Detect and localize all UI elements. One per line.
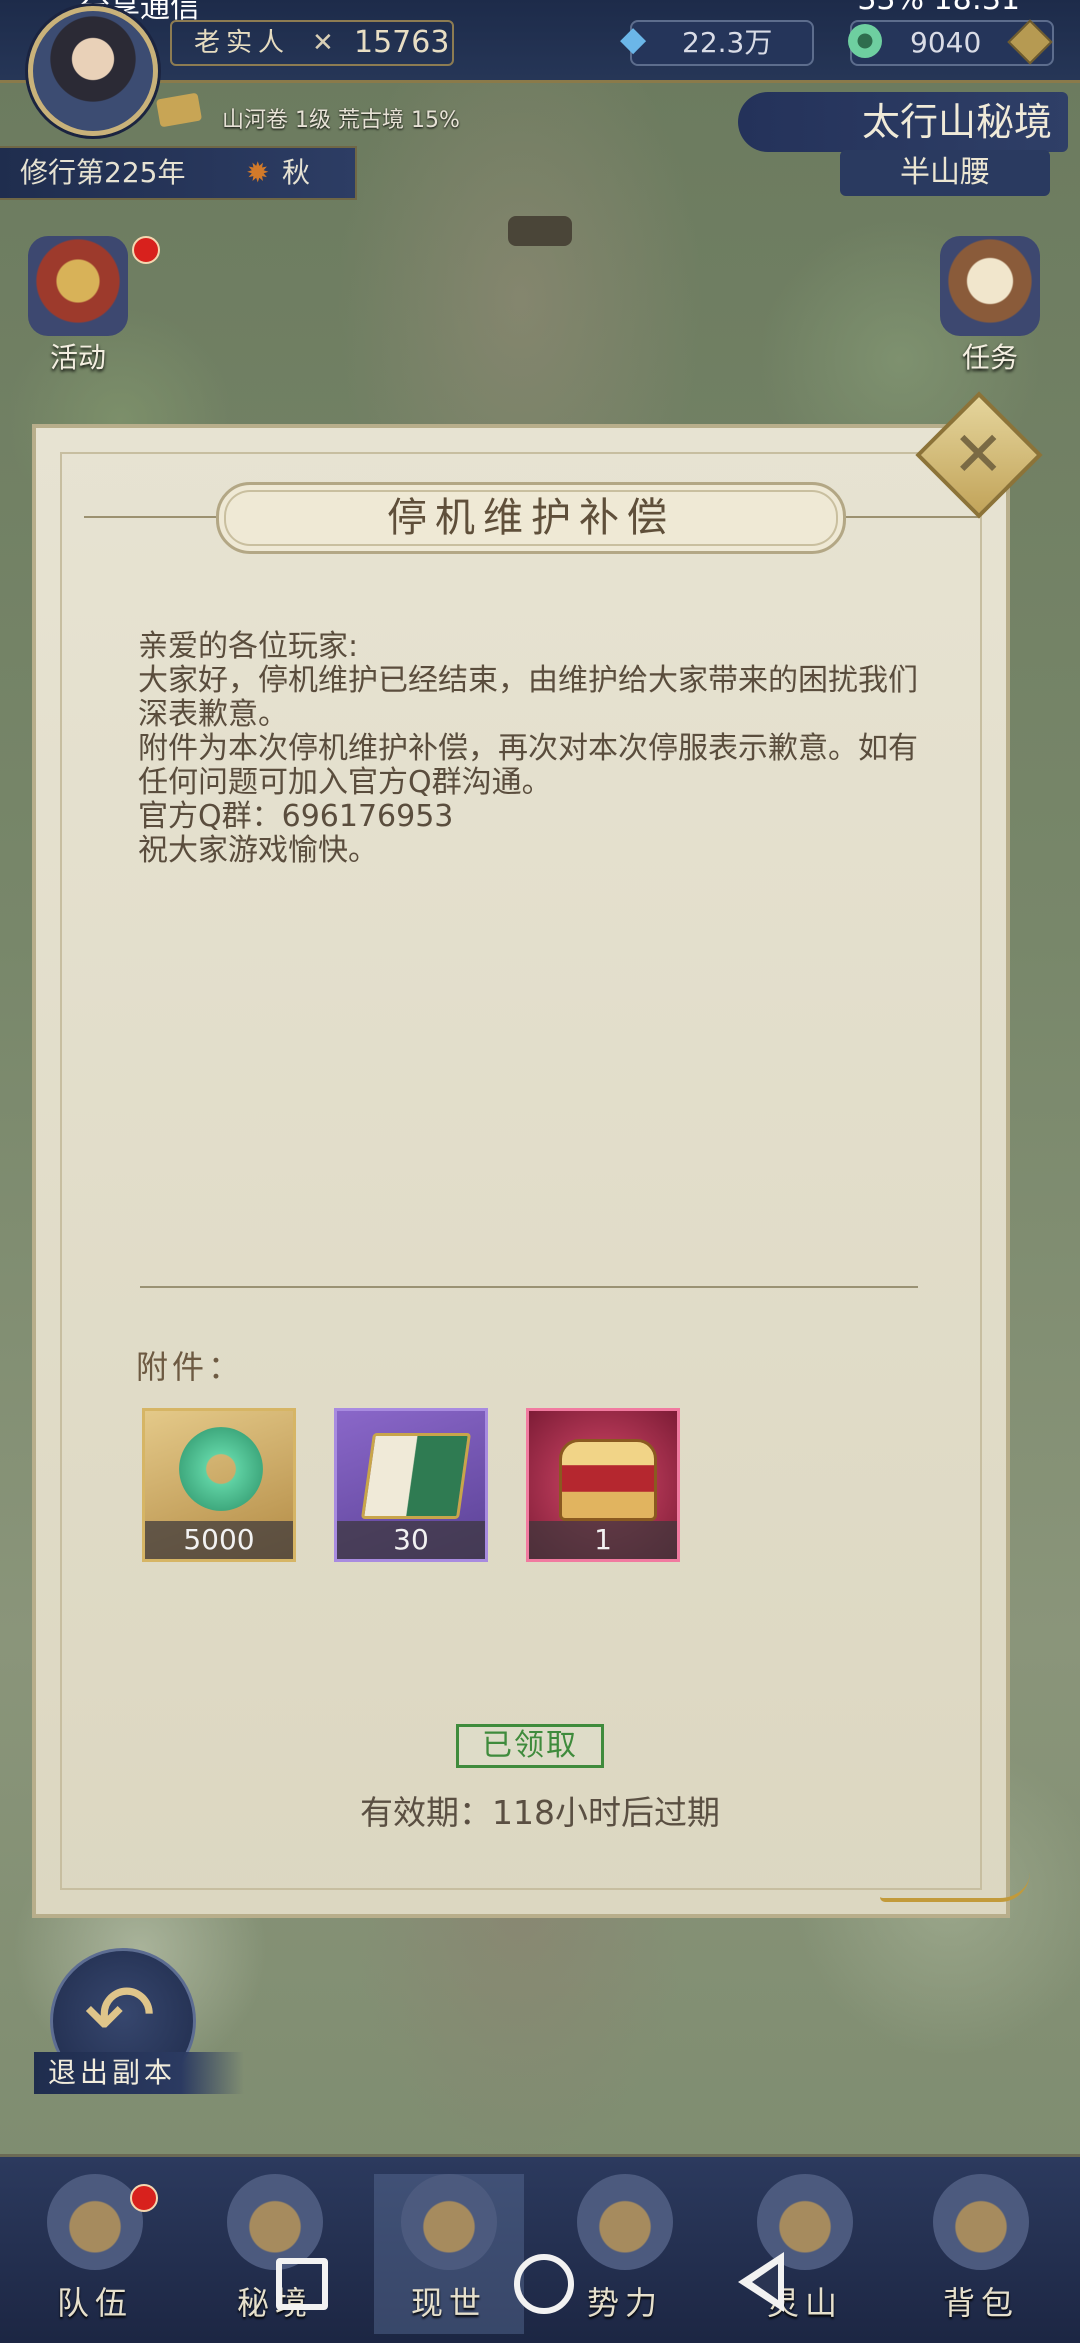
item-quantity: 30 xyxy=(337,1521,485,1559)
jade-coin-resource[interactable]: 9040 xyxy=(848,19,1054,66)
crystal-resource[interactable]: ◆ 22.3万 xyxy=(620,19,814,66)
system-status-bar: 分享通信 33% 18:31 xyxy=(0,0,1080,25)
close-icon: ✕ xyxy=(952,417,1005,491)
message-line: 祝大家游戏愉快。 xyxy=(138,833,378,868)
activity-button[interactable]: 活动 xyxy=(18,236,138,376)
message-line: 附件为本次停机维护补偿，再次对本次停服表示歉意。如有任何问题可加入官方Q群沟通。 xyxy=(138,731,918,800)
location-subtitle: 半山腰 xyxy=(840,150,1050,196)
quest-button[interactable]: 任务 xyxy=(930,236,1050,376)
scroll-progress[interactable]: 山河卷 1级 荒古境 15% xyxy=(222,102,460,134)
exit-dungeon-button[interactable]: ↶ 退出副本 xyxy=(34,1948,244,2108)
cultivation-bar: 修行第225年 ✹ 秋 xyxy=(0,146,357,200)
system-navigation xyxy=(0,2228,1080,2340)
skill-book-icon xyxy=(360,1433,472,1519)
message-line: 大家好，停机维护已经结束，由维护给大家带来的困扰我们深表歉意。 xyxy=(138,663,918,732)
activity-notification-dot xyxy=(132,236,160,264)
return-arrow-icon: ↶ xyxy=(84,1966,157,2066)
attachment-item[interactable]: 1 xyxy=(526,1408,680,1562)
jade-coin-value: 9040 xyxy=(910,26,982,59)
battery-time: 33% 18:31 xyxy=(857,0,1020,17)
player-power: 15763 xyxy=(354,25,450,60)
season-label: 秋 xyxy=(282,156,311,189)
add-currency-button[interactable] xyxy=(1007,19,1053,65)
treasure-chest-icon xyxy=(559,1439,657,1521)
cultivation-year: 修行第225年 xyxy=(20,156,186,189)
item-quantity: 5000 xyxy=(145,1521,293,1559)
scroll-bundle-icon xyxy=(940,236,1040,336)
jade-pendant-icon xyxy=(179,1427,263,1511)
quest-label: 任务 xyxy=(961,341,1018,374)
crystal-icon: ◆ xyxy=(620,19,647,59)
message-line: 官方Q群：696176953 xyxy=(138,799,454,834)
claimed-stamp: 已领取 xyxy=(456,1724,604,1768)
dialog-title-banner: 停机维护补偿 xyxy=(216,482,846,554)
attachment-item[interactable]: 30 xyxy=(334,1408,488,1562)
title-ornament-left xyxy=(84,516,224,518)
mail-message: 亲爱的各位玩家: 大家好，停机维护已经结束，由维护给大家带来的困扰我们深表歉意。… xyxy=(138,630,928,868)
exit-label: 退出副本 xyxy=(34,2052,244,2094)
player-avatar[interactable] xyxy=(28,6,158,136)
bow-icon: ✕ xyxy=(312,28,334,58)
dialog-divider xyxy=(140,1286,918,1288)
activity-label: 活动 xyxy=(49,341,106,374)
map-marker-icon xyxy=(508,216,572,246)
attachments-label: 附件： xyxy=(136,1348,245,1386)
back-button[interactable] xyxy=(738,2252,784,2312)
attachment-item[interactable]: 5000 xyxy=(142,1408,296,1562)
drum-icon xyxy=(28,236,128,336)
player-info[interactable]: 老实人 ✕ 15763 xyxy=(170,20,454,66)
home-button[interactable] xyxy=(514,2254,574,2314)
item-quantity: 1 xyxy=(529,1521,677,1559)
title-ornament-right xyxy=(840,516,980,518)
team-notification-dot xyxy=(130,2184,158,2212)
message-line: 亲爱的各位玩家: xyxy=(138,629,359,664)
expiry-text: 有效期：118小时后过期 xyxy=(360,1793,720,1832)
cloud-swirl-decoration xyxy=(880,1872,1030,1902)
maple-leaf-icon: ✹ xyxy=(246,156,270,189)
location-title[interactable]: 太行山秘境 xyxy=(738,92,1068,152)
jade-coin-icon xyxy=(848,24,882,58)
crystal-value: 22.3万 xyxy=(682,26,773,59)
recent-apps-button[interactable] xyxy=(276,2258,328,2310)
dialog-title: 停机维护补偿 xyxy=(216,482,846,554)
player-name: 老实人 xyxy=(194,28,291,58)
